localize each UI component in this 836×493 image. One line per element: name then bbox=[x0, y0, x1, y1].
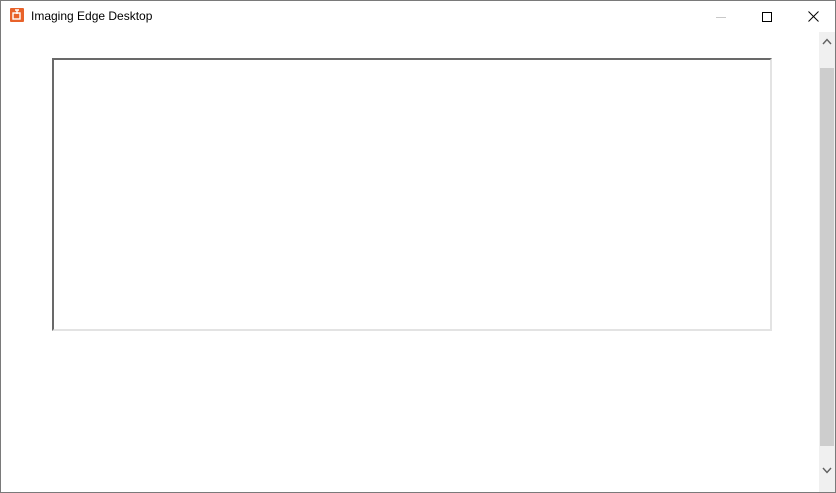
scroll-down-button[interactable] bbox=[819, 461, 835, 478]
close-button[interactable] bbox=[790, 1, 835, 32]
chevron-down-icon bbox=[822, 461, 832, 479]
maximize-icon bbox=[762, 11, 772, 22]
close-icon bbox=[807, 11, 819, 22]
imaging-edge-app-icon[interactable] bbox=[10, 8, 24, 22]
minimize-button[interactable] bbox=[698, 1, 744, 32]
content-panel bbox=[52, 58, 772, 331]
app-window: Imaging Edge Desktop bbox=[0, 0, 836, 493]
vertical-scrollbar[interactable] bbox=[819, 32, 835, 492]
scrollbar-thumb[interactable] bbox=[820, 68, 834, 446]
scroll-up-button[interactable] bbox=[819, 32, 835, 50]
maximize-button[interactable] bbox=[744, 1, 790, 32]
minimize-icon bbox=[716, 12, 726, 22]
content-area bbox=[1, 32, 819, 492]
title-bar[interactable]: Imaging Edge Desktop bbox=[1, 1, 835, 32]
window-title: Imaging Edge Desktop bbox=[31, 9, 153, 23]
chevron-up-icon bbox=[822, 32, 832, 50]
